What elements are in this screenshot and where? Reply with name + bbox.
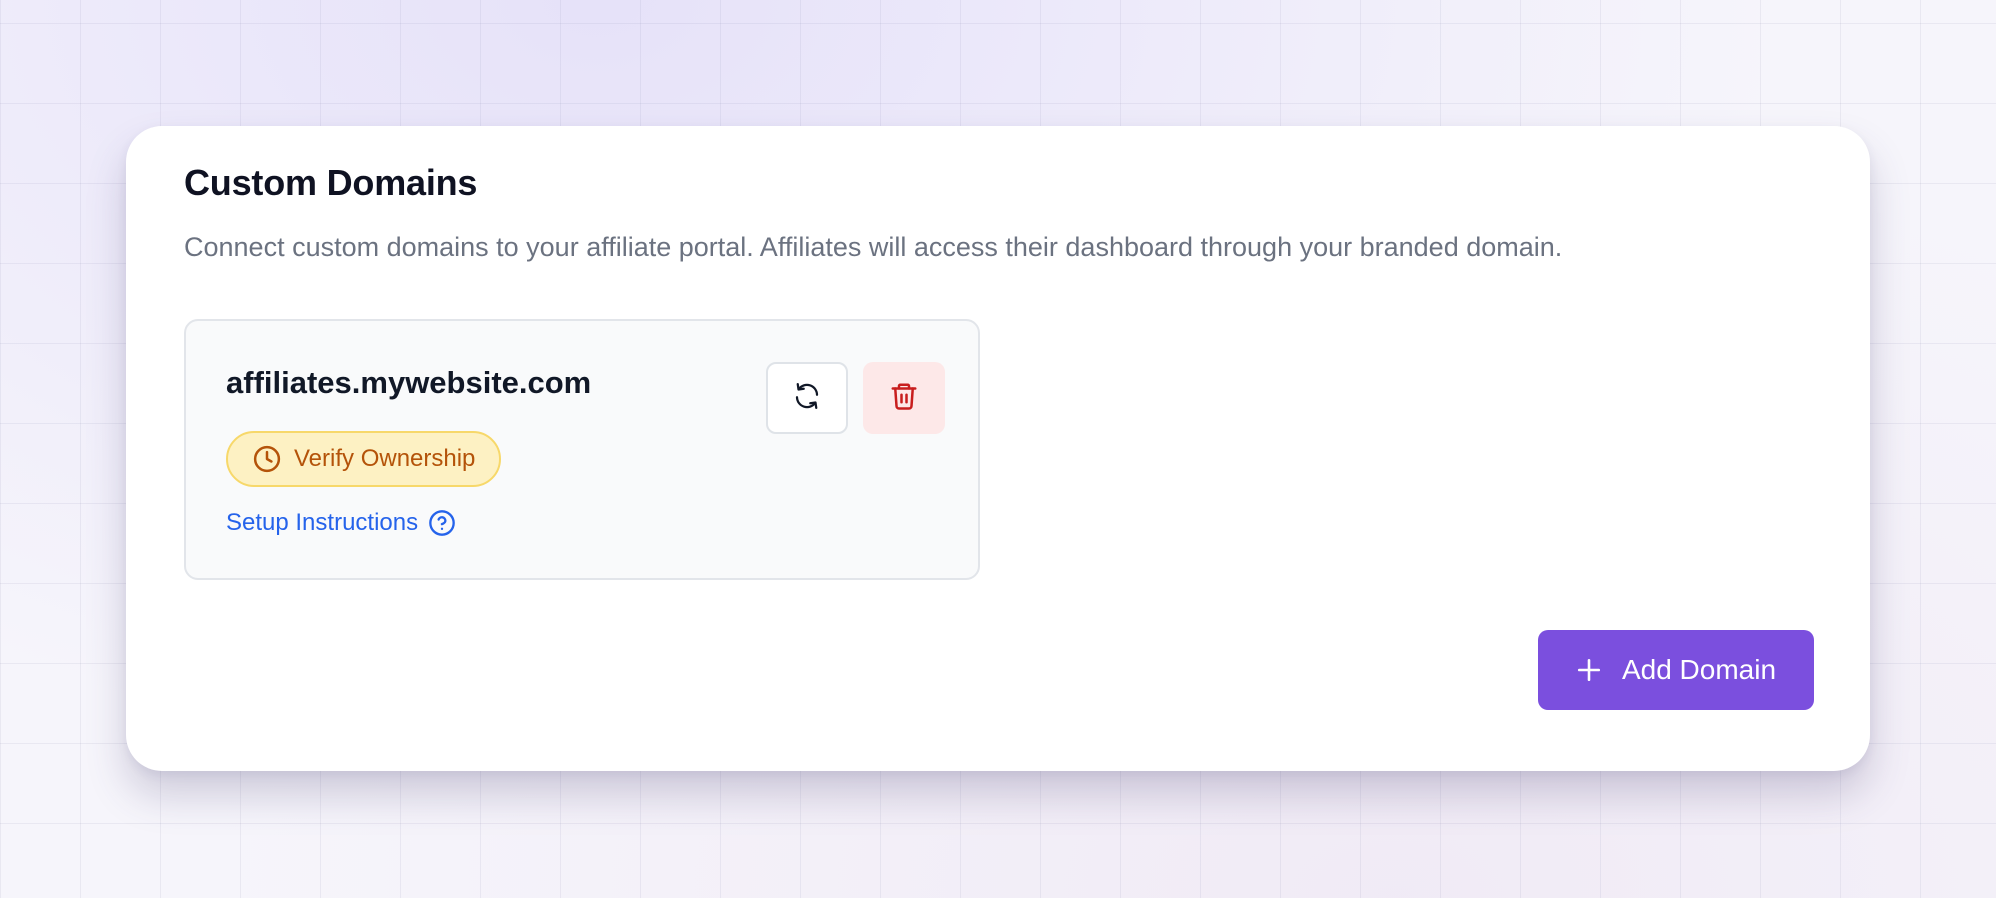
help-circle-icon: [428, 509, 456, 537]
refresh-domain-button[interactable]: [766, 362, 848, 434]
verify-ownership-badge[interactable]: Verify Ownership: [226, 431, 502, 487]
add-domain-label: Add Domain: [1621, 654, 1777, 685]
domain-card: affiliates.mywebsite.com Verify Ownershi…: [184, 319, 980, 580]
clock-icon: [252, 444, 282, 474]
add-domain-button[interactable]: Add Domain: [1538, 630, 1814, 710]
status-label: Verify Ownership: [294, 445, 476, 472]
refresh-icon: [792, 381, 822, 416]
delete-domain-button[interactable]: [863, 362, 945, 434]
custom-domains-panel: Custom Domains Connect custom domains to…: [126, 126, 1870, 771]
setup-instructions-link[interactable]: Setup Instructions: [226, 509, 456, 537]
panel-description: Connect custom domains to your affiliate…: [184, 232, 1563, 262]
plus-icon: [1576, 657, 1602, 683]
domain-name: affiliates.mywebsite.com: [226, 365, 592, 400]
setup-link-label: Setup Instructions: [226, 509, 419, 536]
page-title: Custom Domains: [184, 162, 478, 203]
trash-icon: [889, 380, 919, 417]
